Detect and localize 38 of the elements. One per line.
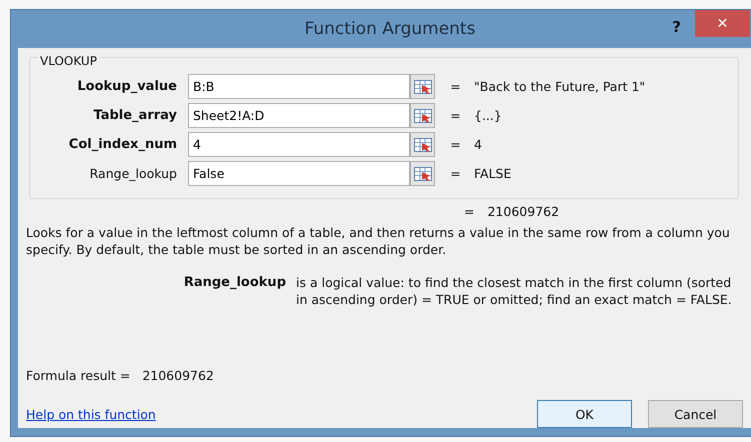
- argument-help-label: Range_lookup: [182, 274, 287, 292]
- argument-field[interactable]: 4: [188, 132, 410, 157]
- argument-field[interactable]: Sheet2!A:D: [188, 103, 410, 128]
- help-button[interactable]: ?: [672, 18, 681, 36]
- collapse-dialog-button[interactable]: [410, 103, 435, 128]
- argument-help-text: is a logical value: to find the closest match in the first column (sorted in ascending order) = TRUE or omitted; find an exact match = FALSE.: [296, 274, 733, 308]
- help-link[interactable]: Help on this function: [26, 406, 521, 422]
- equals-sign: =: [449, 166, 462, 181]
- range-select-icon: [414, 80, 432, 94]
- equals-sign: =: [464, 204, 474, 221]
- collapse-dialog-button[interactable]: [410, 74, 435, 99]
- equals-sign: =: [449, 79, 462, 94]
- ok-button[interactable]: OK: [537, 400, 632, 428]
- function-result: 210609762: [487, 204, 560, 221]
- argument-label: Lookup_value: [76, 79, 178, 94]
- equals-sign: =: [449, 137, 462, 152]
- window-title: Function Arguments: [304, 19, 476, 39]
- formula-result-label: Formula result =: [26, 368, 130, 383]
- cancel-button[interactable]: Cancel: [648, 400, 743, 428]
- function-name: VLOOKUP: [38, 54, 99, 68]
- argument-result: 4: [473, 137, 483, 152]
- formula-result-value: 210609762: [142, 368, 214, 383]
- argument-result: FALSE: [473, 166, 512, 181]
- collapse-dialog-button[interactable]: [410, 161, 435, 186]
- range-select-icon: [414, 138, 432, 152]
- close-button[interactable]: ✕: [695, 10, 750, 37]
- argument-result: "Back to the Future, Part 1": [473, 79, 646, 94]
- range-select-icon: [414, 108, 432, 122]
- argument-label: Table_array: [92, 108, 178, 123]
- range-select-icon: [414, 166, 432, 180]
- argument-label: Col_index_num: [68, 137, 178, 152]
- argument-field[interactable]: False: [188, 161, 410, 186]
- argument-field[interactable]: B:B: [188, 74, 410, 99]
- equals-sign: =: [449, 108, 462, 123]
- argument-label: Range_lookup: [88, 166, 178, 181]
- collapse-dialog-button[interactable]: [410, 132, 435, 157]
- argument-result: {...}: [473, 108, 503, 123]
- function-description: Looks for a value in the leftmost column of a table, and then returns a value in the same row from a column you specify. By default, the table must be sorted in an ascending order.: [26, 224, 731, 258]
